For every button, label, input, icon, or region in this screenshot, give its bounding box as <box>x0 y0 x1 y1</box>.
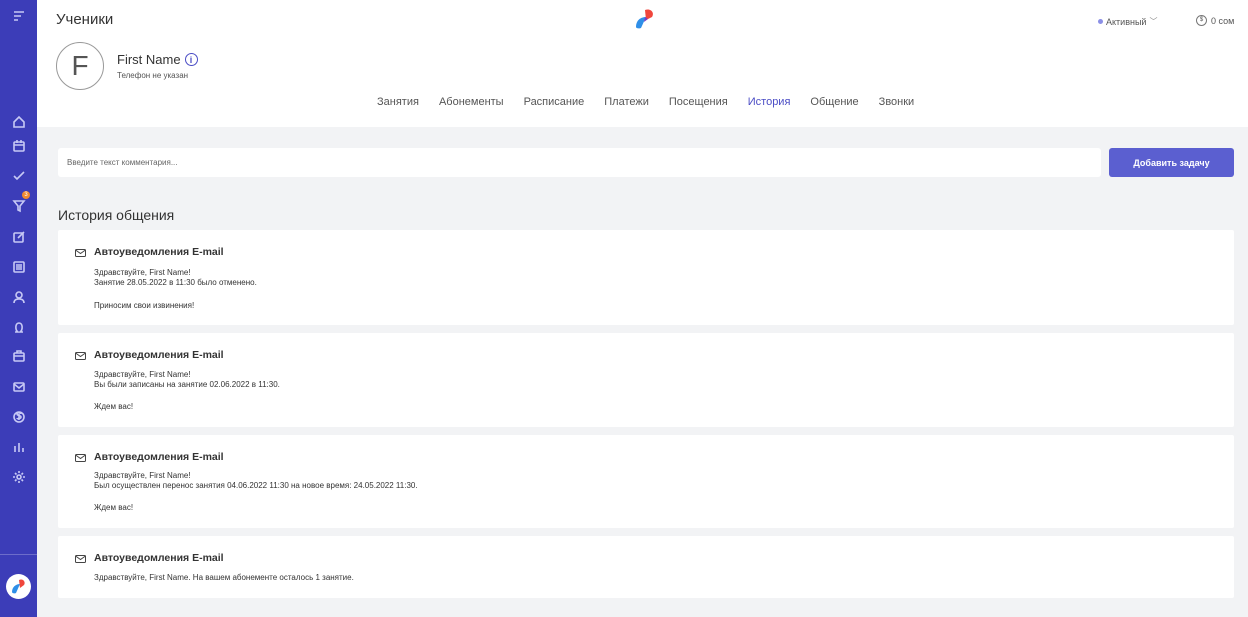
card-title: Автоуведомления E-mail <box>94 246 224 258</box>
card-line: Вы были записаны на занятие 02.06.2022 в… <box>94 380 280 389</box>
comment-input[interactable] <box>58 148 1101 177</box>
app-logo-icon[interactable] <box>6 574 31 599</box>
omega-icon[interactable] <box>10 318 27 335</box>
tab-payments[interactable]: Платежи <box>604 96 649 108</box>
briefcase-icon[interactable] <box>10 347 27 364</box>
history-card: Автоуведомления E-mail Здравствуйте, Fir… <box>58 435 1234 528</box>
history-card: Автоуведомления E-mail Здравствуйте, Fir… <box>58 536 1234 598</box>
user-icon[interactable] <box>10 288 27 305</box>
tab-schedule[interactable]: Расписание <box>524 96 585 108</box>
card-line: Здравствуйте, First Name! <box>94 471 191 480</box>
tab-subscriptions[interactable]: Абонементы <box>439 96 504 108</box>
info-icon[interactable]: i <box>184 53 198 66</box>
sidebar: 3 <box>0 0 37 617</box>
history-section-title: История общения <box>58 207 175 223</box>
tab-communication[interactable]: Общение <box>810 96 858 108</box>
client-tabs: Занятия Абонементы Расписание Платежи По… <box>377 96 914 108</box>
status-dropdown[interactable]: Активный ﹀ <box>1098 16 1157 27</box>
card-line: Ждем вас! <box>94 402 134 411</box>
mail-icon[interactable] <box>10 378 27 395</box>
card-line: Ждем вас! <box>94 503 134 512</box>
status-dot-icon <box>1098 19 1103 24</box>
calendar-icon[interactable] <box>10 137 27 154</box>
avatar: F <box>56 42 104 90</box>
tab-lessons[interactable]: Занятия <box>377 96 419 108</box>
card-title: Автоуведомления E-mail <box>94 349 224 361</box>
mail-icon <box>75 352 86 360</box>
card-line: Был осуществлен перенос занятия 04.06.20… <box>94 481 418 490</box>
brand-logo-icon <box>631 7 659 31</box>
chart-icon[interactable] <box>10 438 27 455</box>
money-icon[interactable] <box>10 408 27 425</box>
card-line: Здравствуйте, First Name. На вашем абоне… <box>94 573 354 582</box>
client-name: First Name i <box>117 52 198 67</box>
notification-badge: 3 <box>22 191 30 199</box>
status-label: Активный <box>1106 16 1147 27</box>
card-title: Автоуведомления E-mail <box>94 552 224 564</box>
mail-icon <box>75 454 86 462</box>
mail-icon <box>75 249 86 257</box>
history-card: Автоуведомления E-mail Здравствуйте, Fir… <box>58 230 1234 325</box>
home-icon[interactable] <box>10 113 27 130</box>
mail-icon <box>75 555 86 563</box>
card-title: Автоуведомления E-mail <box>94 451 224 463</box>
balance-value: 0 сом <box>1211 15 1235 26</box>
tab-visits[interactable]: Посещения <box>669 96 728 108</box>
client-name-text: First Name <box>117 52 181 67</box>
history-card: Автоуведомления E-mail Здравствуйте, Fir… <box>58 333 1234 427</box>
client-phone: Телефон не указан <box>117 71 189 80</box>
balance[interactable]: $ 0 сом <box>1196 15 1234 26</box>
card-line: Здравствуйте, First Name! <box>94 268 191 277</box>
card-line: Занятие 28.05.2022 в 11:30 было отменено… <box>94 278 257 287</box>
edit-icon[interactable] <box>10 228 27 245</box>
check-icon[interactable] <box>10 167 27 184</box>
chevron-down-icon: ﹀ <box>1149 17 1158 26</box>
tab-calls[interactable]: Звонки <box>879 96 915 108</box>
card-line: Приносим свои извинения! <box>94 301 195 310</box>
coin-icon: $ <box>1196 15 1207 26</box>
tab-history[interactable]: История <box>748 96 791 108</box>
menu-icon[interactable] <box>10 7 27 24</box>
filter-icon[interactable] <box>10 197 27 214</box>
gear-icon[interactable] <box>10 468 27 485</box>
list-icon[interactable] <box>10 258 27 275</box>
add-task-button[interactable]: Добавить задачу <box>1109 148 1234 177</box>
card-line: Здравствуйте, First Name! <box>94 370 191 379</box>
sidebar-divider <box>0 554 37 555</box>
page-title: Ученики <box>56 11 114 28</box>
client-header: Ученики Активный ﹀ $ 0 сом F First Name … <box>37 0 1248 127</box>
